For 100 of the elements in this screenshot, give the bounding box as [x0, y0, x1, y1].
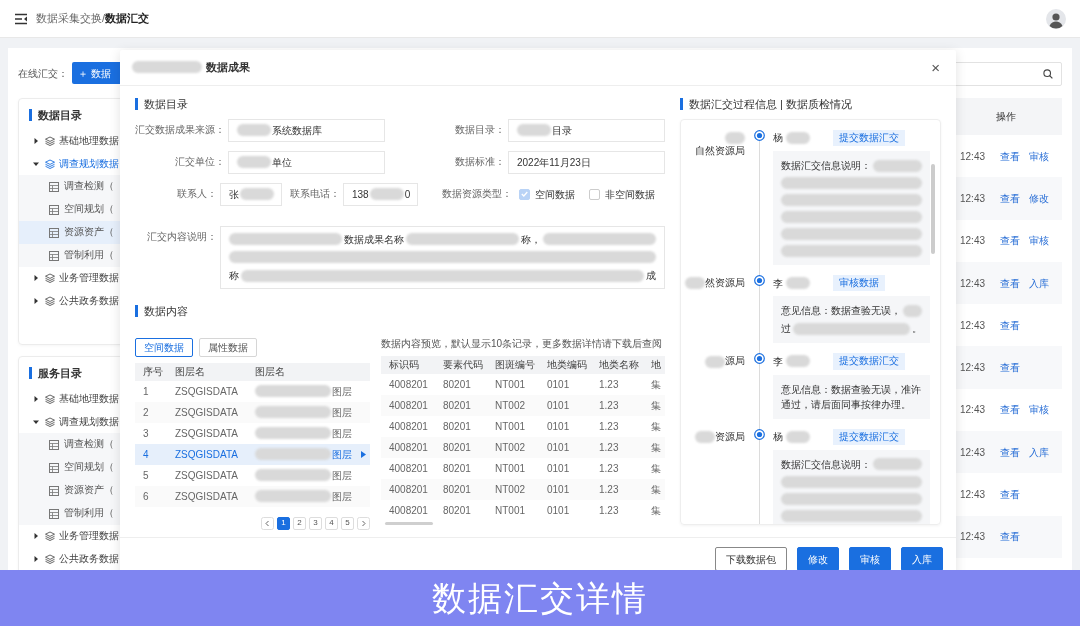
item-label: 基础地理数据: [59, 392, 119, 407]
table-cell-text: 0101: [547, 419, 571, 434]
comment-text: 。: [912, 322, 922, 337]
field-label: 数据目录：: [454, 123, 506, 138]
table-cell-text: ZSQGISDATA: [175, 405, 239, 420]
breadcrumb-current: 数据汇交: [105, 11, 150, 27]
table-cell-text: 80201: [443, 503, 472, 518]
column-header: 标识码: [388, 358, 420, 373]
column-header: 操作: [996, 110, 1016, 124]
column-header: 序号: [142, 365, 164, 380]
table-cell-text: 图层: [332, 468, 352, 483]
table-cell-text: 12:43: [960, 488, 987, 502]
table-cell-text: 80201: [443, 461, 472, 476]
item-label: 空间规划（: [64, 460, 114, 475]
section-title: 数据内容: [135, 304, 665, 317]
checkbox-label: 空间数据: [535, 187, 575, 202]
table-cell-text: 80201: [443, 398, 472, 413]
table-cell-text: 80201: [443, 419, 472, 434]
table-cell-text: 1.23: [599, 440, 620, 455]
person-name: 李: [773, 355, 783, 369]
item-label: 资源资产（: [64, 225, 114, 240]
column-header: 地类名称: [599, 358, 640, 373]
text-line: 称，: [521, 232, 541, 247]
table-cell-text: 4: [142, 447, 150, 462]
field-label: 联系人：: [176, 187, 218, 202]
comment-text: 过: [781, 322, 791, 337]
person-name: 李: [773, 276, 783, 291]
caption-text: 数据汇交详情: [432, 577, 648, 619]
status-tag: 审核数据: [833, 275, 885, 292]
table-cell-text: 集: [651, 461, 662, 476]
organization-name: 源局: [725, 355, 745, 367]
table-cell-text: 12:43: [960, 403, 987, 418]
table-cell-text: 1.23: [599, 398, 620, 413]
field-label: 数据资源类型：: [442, 187, 513, 202]
table-cell-text: 12:43: [960, 234, 987, 249]
table-cell-text: ZSQGISDATA: [175, 426, 239, 441]
table-cell-text: 6: [142, 489, 150, 504]
item-label: 管制利用（: [64, 248, 114, 263]
status-tag: 提交数据汇交: [833, 428, 905, 445]
table-cell-text: 集: [651, 377, 662, 392]
item-label: 公共政务数据: [59, 293, 119, 308]
status-tag: 提交数据汇交: [833, 353, 905, 370]
dialog-title: 数据成果: [206, 60, 250, 76]
table-cell-text: 2: [142, 405, 150, 420]
table-cell-text: 1.23: [599, 419, 620, 434]
column-header: 图层名: [175, 365, 206, 380]
item-label: 调查规划数据: [59, 414, 119, 429]
organization-name: 自然资源局: [695, 145, 745, 157]
item-label: 公共政务数据: [59, 551, 119, 566]
table-cell-text: 集: [651, 440, 662, 455]
table-cell-text: 4008201: [388, 461, 429, 476]
field-value: 目录: [552, 123, 572, 138]
field-value: 2022年11月23日: [517, 155, 592, 170]
person-name: 杨: [773, 131, 783, 146]
table-cell-text: 1.23: [599, 482, 620, 497]
field-value: 138: [352, 187, 369, 202]
table-cell-text: 4008201: [388, 482, 429, 497]
table-cell-text: 4008201: [388, 503, 429, 518]
table-cell-text: 集: [651, 398, 662, 413]
table-cell-text: 12:43: [960, 445, 987, 460]
table-cell-text: 1: [142, 384, 150, 399]
column-header: 地类编码: [547, 358, 588, 373]
comment-text: 意见信息：数据查验无误，: [781, 304, 901, 319]
table-cell-text: NT002: [495, 482, 526, 497]
table-cell-text: NT001: [495, 461, 526, 476]
table-cell-text: 80201: [443, 440, 472, 455]
item-label: 基础地理数据: [59, 134, 119, 149]
table-cell-text: 图层: [332, 384, 352, 399]
status-tag: 提交数据汇交: [833, 129, 905, 147]
field-value: 单位: [272, 155, 292, 170]
table-cell-text: 0101: [547, 461, 571, 476]
table-cell-text: 4008201: [388, 419, 429, 434]
table-cell-text: 0101: [547, 482, 571, 497]
person-name: 杨: [773, 430, 783, 445]
table-cell-text: ZSQGISDATA: [175, 384, 239, 399]
table-cell-text: 集: [651, 503, 662, 518]
table-cell-text: NT002: [495, 440, 526, 455]
table-cell-text: 图层: [332, 447, 352, 462]
column-header: 要素代码: [443, 358, 484, 373]
field-value: 张: [229, 187, 239, 202]
table-cell-text: 图层: [332, 489, 352, 504]
table-cell-text: 1.23: [599, 377, 620, 392]
item-label: 业务管理数据: [59, 529, 119, 544]
organization-name: 然资源局: [705, 277, 745, 289]
checkbox-label: 非空间数据: [605, 187, 655, 202]
table-cell-text: 图层: [332, 405, 352, 420]
table-cell-text: NT001: [495, 377, 526, 392]
table-cell-text: 80201: [443, 482, 472, 497]
table-cell-text: 3: [142, 426, 150, 441]
field-label: 联系电话：: [290, 187, 341, 202]
column-header: 图斑编号: [495, 358, 536, 373]
table-cell-text: 图层: [332, 426, 352, 441]
table-cell-text: 集: [651, 482, 662, 497]
table-cell-text: 0101: [547, 440, 571, 455]
section-title: 数据目录: [135, 97, 665, 110]
column-header: 图层名: [255, 365, 286, 380]
table-cell-text: 12:43: [960, 318, 987, 333]
field-label: 汇交内容说明：: [146, 229, 218, 244]
item-label: 管制利用（: [64, 506, 114, 521]
text-line: 称: [229, 269, 239, 283]
